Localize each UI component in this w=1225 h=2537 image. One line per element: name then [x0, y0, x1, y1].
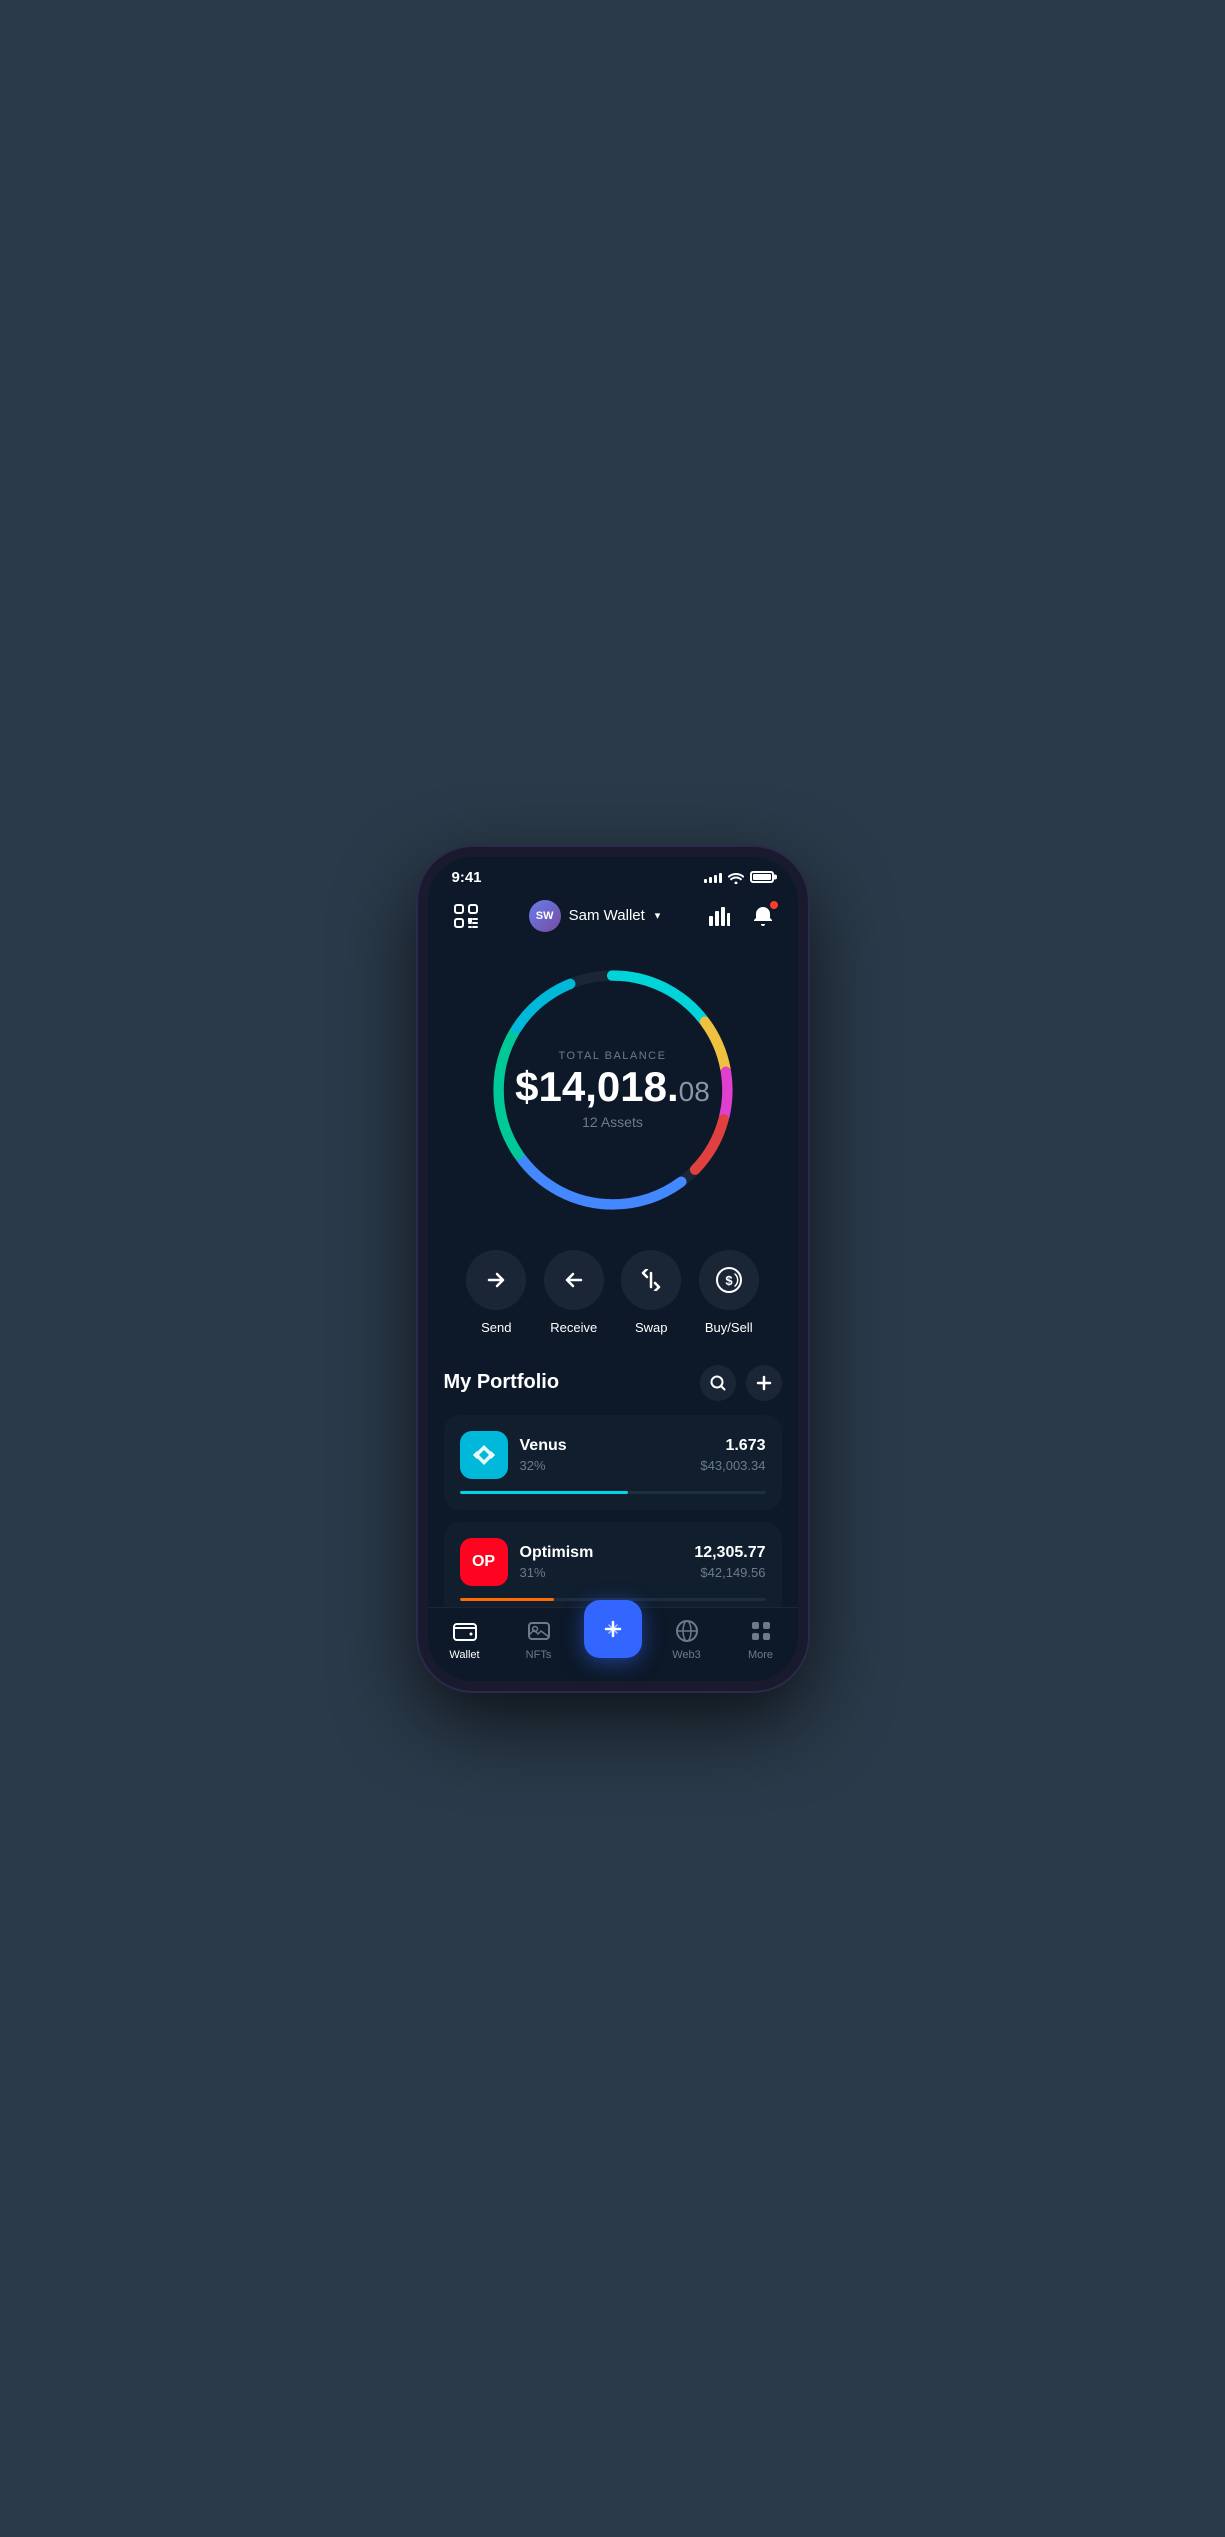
optimism-progress-fill	[460, 1598, 555, 1601]
venus-name: Venus	[520, 1437, 689, 1455]
phone-frame: 9:41	[418, 847, 808, 1691]
venus-progress-fill	[460, 1491, 628, 1494]
balance-main: $14,018.	[515, 1063, 679, 1110]
notch	[553, 857, 673, 892]
svg-text:$: $	[725, 1273, 733, 1288]
header: SW Sam Wallet ▾	[428, 890, 798, 950]
optimism-usd: $42,149.56	[694, 1565, 765, 1580]
swap-action[interactable]: Swap	[621, 1250, 681, 1335]
bottom-nav: Wallet NFTs	[428, 1607, 798, 1681]
receive-action[interactable]: Receive	[544, 1250, 604, 1335]
portfolio-title: My Portfolio	[444, 1371, 560, 1394]
nfts-nav-label: NFTs	[526, 1649, 552, 1661]
scan-icon[interactable]	[448, 898, 484, 934]
battery-icon	[750, 871, 774, 883]
venus-info: Venus 32%	[520, 1437, 689, 1473]
balance-amount: $14,018.08	[515, 1066, 710, 1108]
balance-label: TOTAL BALANCE	[515, 1050, 710, 1062]
nfts-icon	[526, 1618, 552, 1644]
receive-circle[interactable]	[544, 1250, 604, 1310]
swap-circle[interactable]	[621, 1250, 681, 1310]
optimism-amount: 12,305.77	[694, 1544, 765, 1562]
ring-center: TOTAL BALANCE $14,018.08 12 Assets	[515, 1050, 710, 1130]
signal-bar-4	[719, 873, 722, 883]
buysell-label: Buy/Sell	[705, 1320, 753, 1335]
web3-icon	[674, 1618, 700, 1644]
chart-icon[interactable]	[705, 902, 733, 930]
venus-pct: 32%	[520, 1458, 689, 1473]
signal-bar-2	[709, 877, 712, 883]
receive-label: Receive	[550, 1320, 597, 1335]
nav-item-nfts[interactable]: NFTs	[509, 1618, 569, 1661]
portfolio-header: My Portfolio	[444, 1365, 782, 1401]
chevron-down-icon: ▾	[655, 909, 661, 922]
asset-row-venus: Venus 32% 1.673 $43,003.34	[460, 1431, 766, 1479]
optimism-info: Optimism 31%	[520, 1544, 683, 1580]
wifi-icon	[728, 871, 744, 884]
wallet-icon	[452, 1618, 478, 1644]
ring-chart: TOTAL BALANCE $14,018.08 12 Assets	[483, 960, 743, 1220]
username: Sam Wallet	[569, 907, 645, 924]
optimism-values: 12,305.77 $42,149.56	[694, 1544, 765, 1580]
wallet-nav-label: Wallet	[449, 1649, 479, 1661]
nav-item-more[interactable]: More	[731, 1618, 791, 1661]
venus-logo	[460, 1431, 508, 1479]
balance-chart-section: TOTAL BALANCE $14,018.08 12 Assets	[428, 950, 798, 1240]
header-actions	[705, 902, 777, 930]
asset-row-optimism: OP Optimism 31% 12,305.77 $42,149.56	[460, 1538, 766, 1586]
optimism-name: Optimism	[520, 1544, 683, 1562]
web3-nav-label: Web3	[672, 1649, 701, 1661]
nav-item-center[interactable]	[583, 1620, 643, 1658]
venus-values: 1.673 $43,003.34	[700, 1437, 765, 1473]
portfolio-search-button[interactable]	[700, 1365, 736, 1401]
notification-bell-icon[interactable]	[749, 902, 777, 930]
more-nav-label: More	[748, 1649, 773, 1661]
status-icons	[704, 871, 774, 884]
nav-item-wallet[interactable]: Wallet	[435, 1618, 495, 1661]
phone-screen: 9:41	[428, 857, 798, 1681]
signal-bar-1	[704, 879, 707, 883]
status-time: 9:41	[452, 869, 482, 886]
actions-section: Send Receive Swap	[428, 1240, 798, 1365]
buysell-action[interactable]: $ Buy/Sell	[699, 1250, 759, 1335]
venus-progress-bar	[460, 1491, 766, 1494]
send-circle[interactable]	[466, 1250, 526, 1310]
send-label: Send	[481, 1320, 511, 1335]
signal-bars-icon	[704, 871, 722, 883]
nav-item-web3[interactable]: Web3	[657, 1618, 717, 1661]
optimism-logo: OP	[460, 1538, 508, 1586]
buysell-circle[interactable]: $	[699, 1250, 759, 1310]
optimism-pct: 31%	[520, 1565, 683, 1580]
balance-cents: 08	[679, 1076, 710, 1107]
swap-label: Swap	[635, 1320, 668, 1335]
send-action[interactable]: Send	[466, 1250, 526, 1335]
portfolio-section: My Portfolio	[428, 1365, 798, 1617]
notification-dot	[769, 900, 779, 910]
portfolio-actions	[700, 1365, 782, 1401]
center-action-button[interactable]	[584, 1600, 642, 1658]
more-icon	[748, 1618, 774, 1644]
avatar: SW	[529, 900, 561, 932]
battery-fill	[753, 874, 771, 880]
venus-usd: $43,003.34	[700, 1458, 765, 1473]
venus-amount: 1.673	[700, 1437, 765, 1455]
signal-bar-3	[714, 875, 717, 883]
asset-card-venus[interactable]: Venus 32% 1.673 $43,003.34	[444, 1415, 782, 1510]
user-selector[interactable]: SW Sam Wallet ▾	[529, 900, 661, 932]
balance-assets-count: 12 Assets	[515, 1114, 710, 1130]
portfolio-add-button[interactable]	[746, 1365, 782, 1401]
